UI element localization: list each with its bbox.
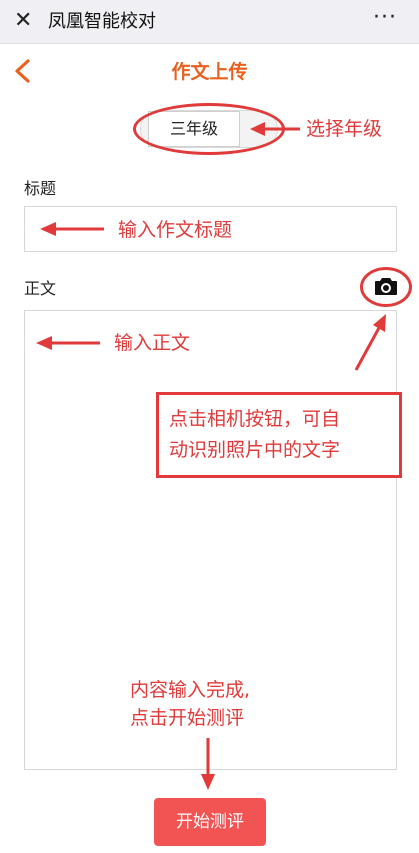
annotation-finish: 内容输入完成, 点击开始测评 bbox=[130, 676, 300, 732]
annotation-camera-line2: 动识别照片中的文字 bbox=[169, 439, 341, 461]
annotation-body: 输入正文 bbox=[114, 332, 191, 354]
grade-highlight-ellipse bbox=[133, 103, 285, 155]
annotation-grade: 选择年级 bbox=[306, 118, 383, 140]
annotation-camera-box: 点击相机按钮，可自 动识别照片中的文字 bbox=[156, 392, 402, 478]
annotation-title: 输入作文标题 bbox=[118, 219, 233, 241]
more-icon[interactable]: ··· bbox=[373, 6, 397, 30]
annotation-camera-line1: 点击相机按钮，可自 bbox=[169, 408, 341, 430]
annotation-finish-line2: 点击开始测评 bbox=[130, 707, 245, 729]
page-navbar: 作文上传 bbox=[0, 44, 419, 100]
mini-program-topbar: ✕ 凤凰智能校对 ··· bbox=[0, 0, 419, 44]
start-evaluation-button[interactable]: 开始测评 bbox=[154, 798, 266, 846]
title-label: 标题 bbox=[24, 179, 57, 198]
page-title: 作文上传 bbox=[171, 61, 248, 83]
body-label: 正文 bbox=[24, 279, 57, 298]
app-title: 凤凰智能校对 bbox=[48, 11, 156, 32]
annotation-finish-line1: 内容输入完成, bbox=[130, 679, 251, 701]
camera-highlight-ellipse bbox=[360, 267, 412, 307]
close-icon[interactable]: ✕ bbox=[14, 8, 32, 34]
